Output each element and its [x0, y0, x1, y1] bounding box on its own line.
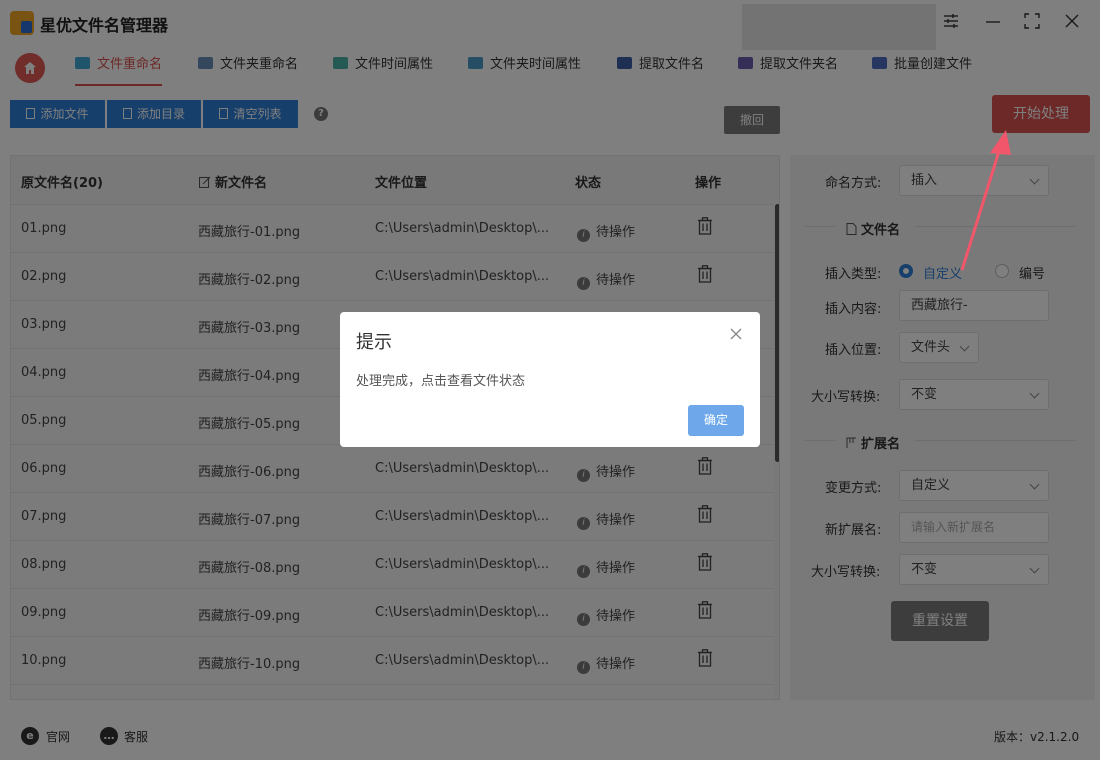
annotation-arrow — [960, 130, 1011, 271]
